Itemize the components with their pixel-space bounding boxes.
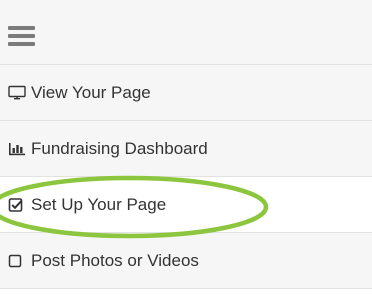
menu-item-label: Set Up Your Page (31, 194, 167, 214)
menu-item-label: Post Photos or Videos (31, 250, 199, 270)
empty-square-icon (8, 253, 26, 269)
menu-item-label: Fundraising Dashboard (31, 138, 208, 158)
hamburger-icon[interactable] (8, 26, 35, 46)
side-menu: View Your Page Fundraising Dashboard Set… (0, 0, 372, 295)
bar-chart-icon (8, 141, 26, 157)
menu-item-post-photos-or-videos[interactable]: Post Photos or Videos (0, 233, 372, 289)
menu-item-set-up-your-page[interactable]: Set Up Your Page (0, 177, 372, 233)
menu-item-view-your-page[interactable]: View Your Page (0, 65, 372, 121)
monitor-icon (8, 85, 26, 101)
menu-item-fundraising-dashboard[interactable]: Fundraising Dashboard (0, 121, 372, 177)
menu-header (0, 0, 372, 65)
checked-square-icon (8, 197, 26, 213)
menu-item-label: View Your Page (31, 82, 151, 102)
